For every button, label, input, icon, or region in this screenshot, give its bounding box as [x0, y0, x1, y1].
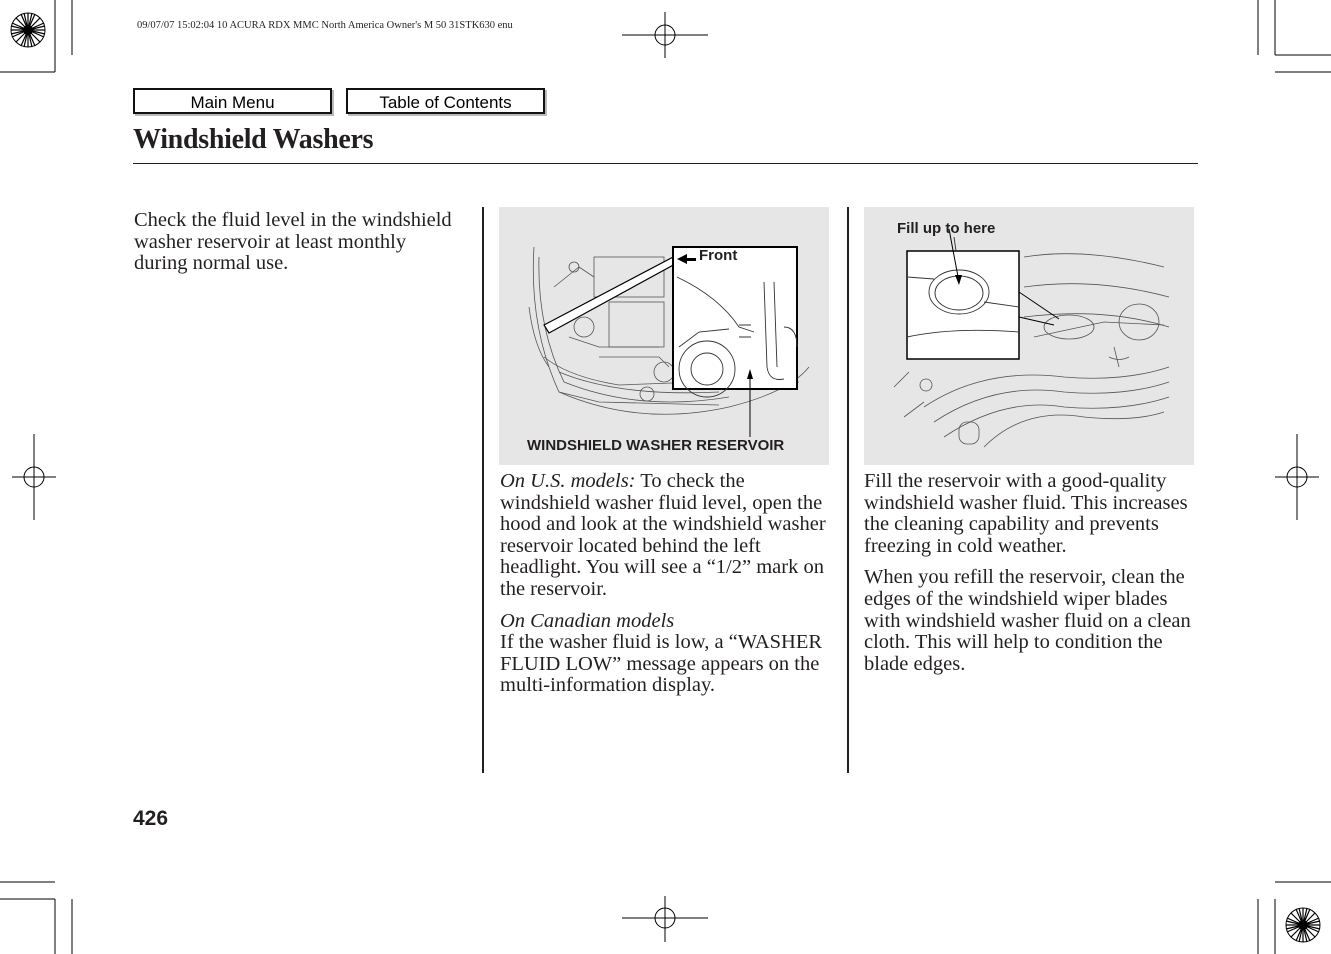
- column-1-text: Check the fluid level in the windshield …: [134, 209, 452, 275]
- engine-bay-illustration: [528, 246, 810, 437]
- title-divider: [133, 163, 1198, 164]
- page-number: 426: [133, 807, 169, 830]
- fill-paragraph: Fill the reservoir with a good-quality w…: [864, 470, 1188, 557]
- column-divider-2: [847, 207, 849, 773]
- column-divider-1: [482, 207, 484, 773]
- reservoir-fill-figure: Fill up to here: [864, 207, 1194, 465]
- canadian-models-label: On Canadian models: [500, 609, 675, 632]
- front-label: Front: [699, 247, 738, 264]
- crosshair-right: [1275, 434, 1319, 520]
- table-of-contents-button[interactable]: Table of Contents: [346, 88, 545, 114]
- us-models-label: On U.S. models:: [500, 470, 636, 492]
- crosshair-left: [12, 434, 56, 520]
- print-metadata: 09/07/07 15:02:04 10 ACURA RDX MMC North…: [137, 20, 513, 31]
- column-3-text: Fill the reservoir with a good-quality w…: [864, 470, 1199, 685]
- refill-paragraph: When you refill the reservoir, clean the…: [864, 566, 1191, 675]
- starburst-mark-top-left: [10, 12, 46, 48]
- fill-up-label: Fill up to here: [897, 220, 996, 237]
- main-menu-button[interactable]: Main Menu: [133, 88, 332, 114]
- reservoir-label: WINDSHIELD WASHER RESERVOIR: [527, 437, 785, 454]
- starburst-mark-bottom-right: [1285, 907, 1321, 943]
- crosshair-bottom: [622, 896, 708, 942]
- engine-bay-figure: Front WINDSHIELD WASHER RESERVOIR: [499, 207, 829, 465]
- reservoir-fill-illustration: [893, 228, 1170, 448]
- crosshair-top: [622, 12, 708, 58]
- canadian-models-text: If the washer fluid is low, a “WASHER FL…: [500, 631, 823, 697]
- page-title: Windshield Washers: [133, 124, 374, 155]
- column-2-text: On U.S. models: To check the windshield …: [500, 470, 830, 697]
